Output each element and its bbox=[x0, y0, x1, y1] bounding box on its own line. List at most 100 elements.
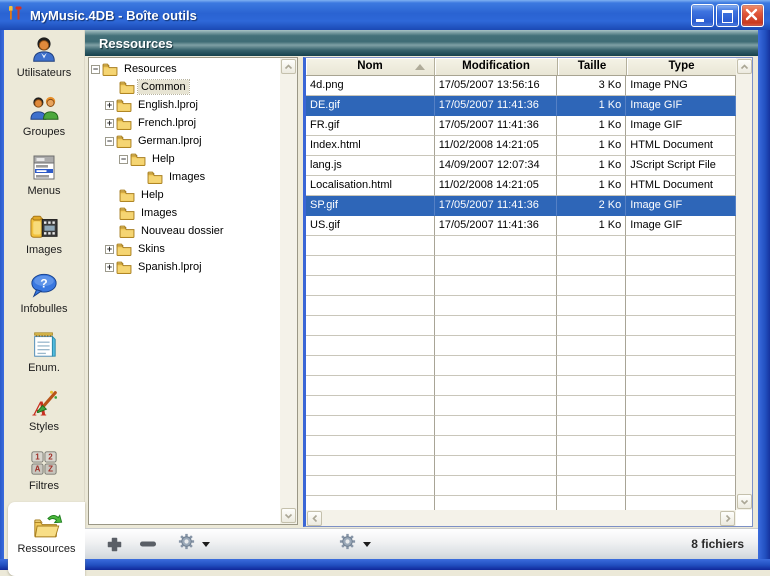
empty-cell bbox=[435, 416, 558, 436]
empty-cell bbox=[557, 336, 626, 356]
table-horizontal-scrollbar[interactable] bbox=[306, 510, 736, 526]
svg-text:A: A bbox=[35, 464, 41, 473]
tree-item-label[interactable]: Nouveau dossier bbox=[138, 224, 227, 238]
tree-item-label[interactable]: English.lproj bbox=[135, 98, 201, 112]
sidebar-item-menus[interactable]: Menus bbox=[4, 148, 84, 207]
sort-ascending-icon bbox=[415, 64, 425, 70]
table-vertical-scrollbar[interactable] bbox=[736, 58, 752, 510]
chevron-left-icon bbox=[312, 514, 318, 523]
file-row-de-gif[interactable]: DE.gif17/05/2007 11:41:361 KoImage GIF bbox=[306, 96, 736, 116]
column-header-taille[interactable]: Taille bbox=[558, 58, 627, 76]
tree-item[interactable]: + English.lproj bbox=[89, 96, 279, 114]
empty-cell bbox=[306, 276, 435, 296]
expand-toggle-icon[interactable]: + bbox=[105, 263, 114, 272]
chevron-up-icon bbox=[284, 64, 293, 70]
column-header-modification[interactable]: Modification bbox=[435, 58, 558, 76]
tree-item[interactable]: Help bbox=[89, 186, 279, 204]
tree-item[interactable]: + Spanish.lproj bbox=[89, 258, 279, 276]
cell-taille: 1 Ko bbox=[557, 116, 626, 136]
empty-cell bbox=[306, 416, 435, 436]
sidebar-item-utilisateurs[interactable]: Utilisateurs bbox=[4, 30, 84, 89]
column-header-type[interactable]: Type bbox=[627, 58, 737, 76]
collapse-toggle-icon[interactable]: − bbox=[105, 137, 114, 146]
empty-row bbox=[306, 336, 736, 356]
empty-cell bbox=[626, 476, 736, 496]
table-scroll-down-button[interactable] bbox=[737, 494, 752, 509]
folder-icon bbox=[119, 207, 135, 220]
tree-item-label[interactable]: Images bbox=[166, 170, 208, 184]
sidebar-item-styles[interactable]: AStyles bbox=[4, 384, 84, 443]
chevron-down-icon bbox=[284, 513, 293, 519]
tree-item[interactable]: Images bbox=[89, 168, 279, 186]
tree-item[interactable]: − Help bbox=[89, 150, 279, 168]
sidebar: Utilisateurs Groupes MenusImages?Infobulle… bbox=[4, 30, 85, 559]
sidebar-item-label: Filtres bbox=[29, 480, 59, 492]
file-row-index-html[interactable]: Index.html11/02/2008 14:21:051 KoHTML Do… bbox=[306, 136, 736, 156]
expand-toggle-icon[interactable]: + bbox=[105, 101, 114, 110]
cell-modification: 11/02/2008 14:21:05 bbox=[435, 176, 558, 196]
tree-item[interactable]: − German.lproj bbox=[89, 132, 279, 150]
empty-cell bbox=[306, 476, 435, 496]
cell-taille: 1 Ko bbox=[557, 176, 626, 196]
empty-cell bbox=[435, 436, 558, 456]
expand-toggle-icon[interactable]: + bbox=[105, 119, 114, 128]
sidebar-item-infobulles[interactable]: ?Infobulles bbox=[4, 266, 84, 325]
tree-item-label[interactable]: Images bbox=[138, 206, 180, 220]
tree-item[interactable]: + Skins bbox=[89, 240, 279, 258]
column-header-nom[interactable]: Nom bbox=[306, 58, 435, 76]
table-scroll-up-button[interactable] bbox=[737, 59, 752, 74]
tree-item-label[interactable]: Spanish.lproj bbox=[135, 260, 205, 274]
file-row-us-gif[interactable]: US.gif17/05/2007 11:41:361 KoImage GIF bbox=[306, 216, 736, 236]
collapse-toggle-icon[interactable]: − bbox=[91, 65, 100, 74]
cell-modification: 17/05/2007 11:41:36 bbox=[435, 216, 558, 236]
sidebar-item-label: Infobulles bbox=[20, 303, 67, 315]
collapse-toggle-icon[interactable]: − bbox=[119, 155, 128, 164]
tree-item-label[interactable]: Help bbox=[138, 188, 167, 202]
tree-scrollbar[interactable] bbox=[280, 58, 297, 524]
tree-item[interactable]: Images bbox=[89, 204, 279, 222]
empty-cell bbox=[626, 236, 736, 256]
minimize-button[interactable] bbox=[691, 4, 714, 27]
empty-cell bbox=[626, 496, 736, 510]
remove-button[interactable] bbox=[137, 532, 159, 556]
add-button[interactable] bbox=[103, 532, 125, 556]
list-actions-menu-button[interactable] bbox=[338, 532, 371, 556]
tree-item[interactable]: + French.lproj bbox=[89, 114, 279, 132]
tree-item-label[interactable]: French.lproj bbox=[135, 116, 199, 130]
sidebar-item-label: Groupes bbox=[23, 126, 65, 138]
tree-item-label[interactable]: German.lproj bbox=[135, 134, 205, 148]
file-row-4d-png[interactable]: 4d.png17/05/2007 13:56:163 KoImage PNG bbox=[306, 76, 736, 96]
file-row-sp-gif[interactable]: SP.gif17/05/2007 11:41:362 KoImage GIF bbox=[306, 196, 736, 216]
tree-item-label[interactable]: Skins bbox=[135, 242, 168, 256]
tree-item-label[interactable]: Help bbox=[149, 152, 178, 166]
title-bar[interactable]: MyMusic.4DB - Boîte outils bbox=[0, 0, 770, 30]
sidebar-item-groupes[interactable]: Groupes bbox=[4, 89, 84, 148]
sidebar-item-ressources[interactable]: Ressources bbox=[8, 502, 85, 576]
table-scroll-right-button[interactable] bbox=[720, 511, 735, 526]
maximize-button[interactable] bbox=[716, 4, 739, 27]
tree-scroll-down-button[interactable] bbox=[281, 508, 296, 523]
table-scroll-left-button[interactable] bbox=[307, 511, 322, 526]
close-button[interactable] bbox=[741, 4, 764, 27]
sidebar-item-filtres[interactable]: 12AZFiltres bbox=[4, 443, 84, 502]
file-row-lang-js[interactable]: lang.js14/09/2007 12:07:341 KoJScript Sc… bbox=[306, 156, 736, 176]
tree-item-label[interactable]: Resources bbox=[121, 62, 180, 76]
tree-item[interactable]: Common bbox=[89, 78, 279, 96]
expand-toggle-icon[interactable]: + bbox=[105, 245, 114, 254]
sidebar-item-enum[interactable]: Enum. bbox=[4, 325, 84, 384]
tree-item[interactable]: Nouveau dossier bbox=[89, 222, 279, 240]
sidebar-item-images[interactable]: Images bbox=[4, 207, 84, 266]
tree-item[interactable]: − Resources bbox=[89, 60, 279, 78]
cell-type: Image GIF bbox=[626, 196, 736, 216]
file-row-fr-gif[interactable]: FR.gif17/05/2007 11:41:361 KoImage GIF bbox=[306, 116, 736, 136]
empty-cell bbox=[435, 236, 558, 256]
file-count-status: 8 fichiers bbox=[691, 537, 744, 551]
tree-scroll-up-button[interactable] bbox=[281, 59, 296, 74]
empty-cell bbox=[557, 416, 626, 436]
tree-item-label[interactable]: Common bbox=[138, 80, 189, 94]
empty-cell bbox=[557, 296, 626, 316]
file-row-localisation-html[interactable]: Localisation.html11/02/2008 14:21:051 Ko… bbox=[306, 176, 736, 196]
cell-nom: SP.gif bbox=[306, 196, 435, 216]
tree-actions-menu-button[interactable] bbox=[177, 532, 210, 556]
cell-nom: 4d.png bbox=[306, 76, 435, 96]
